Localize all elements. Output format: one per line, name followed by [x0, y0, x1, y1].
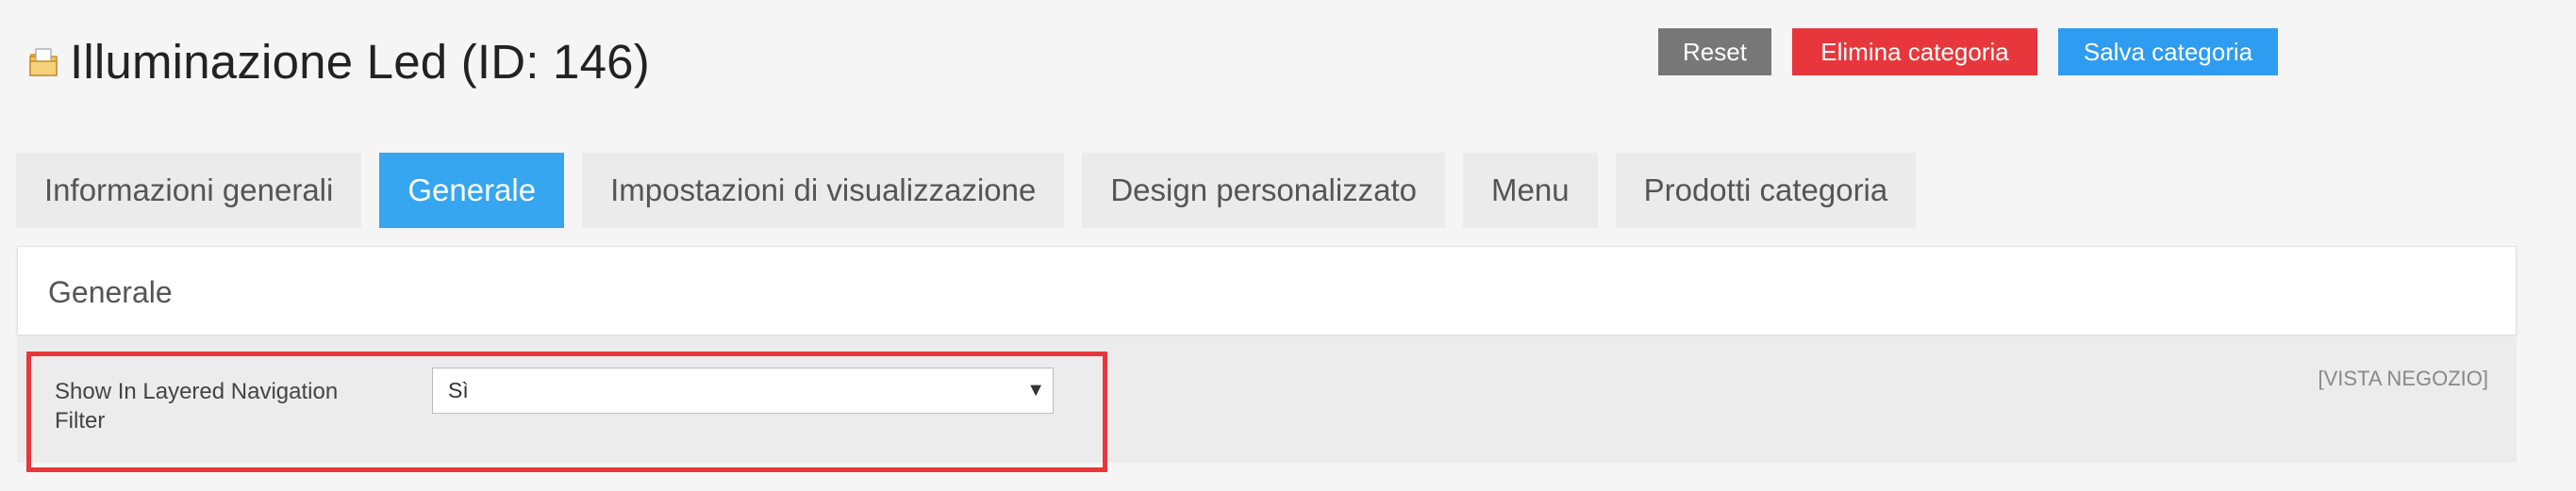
layered-navigation-label: Show In Layered Navigation Filter: [55, 379, 339, 434]
tab-impostazioni-visualizzazione[interactable]: Impostazioni di visualizzazione: [582, 153, 1065, 228]
tab-informazioni-generali[interactable]: Informazioni generali: [16, 153, 362, 228]
tab-bar: Informazioni generali Generale Impostazi…: [16, 153, 1917, 228]
reset-button[interactable]: Reset: [1658, 28, 1771, 75]
section-title: Generale: [48, 275, 173, 309]
page-title: Illuminazione Led (ID: 146): [70, 35, 650, 89]
folder-icon: [28, 46, 60, 78]
section-panel: Generale: [17, 246, 2517, 336]
page-header: Illuminazione Led (ID: 146): [28, 34, 650, 90]
dropdown-arrow-icon: ▼: [1026, 380, 1045, 401]
tab-generale[interactable]: Generale: [379, 153, 565, 228]
action-bar: Reset Elimina categoria Salva categoria: [1658, 28, 2278, 75]
tab-menu[interactable]: Menu: [1463, 153, 1598, 228]
tab-prodotti-categoria[interactable]: Prodotti categoria: [1615, 153, 1917, 228]
layered-navigation-select[interactable]: Sì ▼: [432, 368, 1054, 414]
tab-design-personalizzato[interactable]: Design personalizzato: [1082, 153, 1446, 228]
delete-category-button[interactable]: Elimina categoria: [1792, 28, 2037, 75]
select-value: Sì: [448, 378, 469, 402]
store-view-scope-label: [VISTA NEGOZIO]: [2318, 367, 2488, 390]
save-category-button[interactable]: Salva categoria: [2058, 28, 2278, 75]
